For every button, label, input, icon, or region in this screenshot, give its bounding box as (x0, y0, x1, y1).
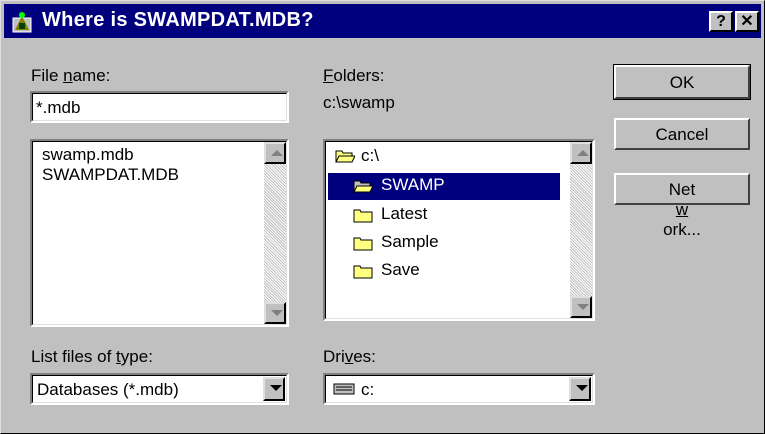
file-name-input[interactable]: *.mdb (30, 91, 289, 123)
current-folder-path: c:\swamp (323, 93, 395, 112)
open-folder-icon (353, 180, 373, 193)
folders-label: Folders: (323, 66, 385, 85)
folder-item-selected[interactable]: SWAMP (381, 175, 445, 195)
arrow-down-icon (271, 310, 283, 316)
help-button[interactable]: ? (709, 11, 733, 32)
drives-dropdown-button[interactable] (569, 377, 591, 401)
application-icon (12, 12, 32, 33)
file-name-label: File name: (31, 66, 111, 85)
folder-icon (353, 265, 373, 279)
cancel-button[interactable]: Cancel (614, 118, 750, 150)
folder-item[interactable]: Latest (381, 204, 427, 224)
file-type-label: List files of type: (31, 347, 153, 366)
file-name-value: *.mdb (36, 98, 81, 117)
drives-value: c: (361, 380, 375, 399)
file-type-value: Databases (*.mdb) (37, 380, 179, 399)
folder-tree-scrollbar[interactable] (570, 142, 592, 318)
file-list-item[interactable]: SWAMPDAT.MDB (42, 165, 179, 185)
close-button[interactable]: ✕ (735, 11, 759, 32)
chevron-down-icon (576, 385, 588, 391)
drive-icon (333, 383, 355, 395)
scroll-up-button[interactable] (570, 142, 592, 164)
scroll-down-button[interactable] (570, 296, 592, 318)
title-bar[interactable]: Where is SWAMPDAT.MDB? ? ✕ (4, 4, 761, 38)
chevron-down-icon (270, 385, 282, 391)
folder-icon (353, 237, 373, 251)
scroll-up-button[interactable] (264, 142, 286, 164)
close-icon: ✕ (740, 13, 754, 30)
folder-item[interactable]: Save (381, 260, 420, 280)
file-type-dropdown-button[interactable] (263, 377, 285, 401)
folder-tree[interactable]: c:\ SWAMP Latest Sample Save (323, 139, 595, 321)
file-list[interactable]: swamp.mdb SWAMPDAT.MDB (30, 139, 289, 327)
scroll-down-button[interactable] (264, 302, 286, 324)
file-type-select[interactable]: Databases (*.mdb) (30, 373, 289, 405)
drives-label: Drives: (323, 347, 376, 366)
open-folder-icon (335, 150, 355, 163)
help-icon: ? (716, 13, 726, 30)
file-list-item[interactable]: swamp.mdb (42, 145, 134, 165)
folder-item[interactable]: Sample (381, 232, 439, 252)
network-button[interactable]: Net w ork... (614, 173, 750, 239)
ok-button[interactable]: OK (613, 64, 751, 100)
arrow-down-icon (577, 304, 589, 310)
folder-icon (353, 209, 373, 223)
arrow-up-icon (271, 150, 283, 156)
folder-item[interactable]: c:\ (361, 146, 379, 166)
window-title: Where is SWAMPDAT.MDB? (42, 9, 314, 31)
drives-select[interactable]: c: (323, 373, 595, 405)
arrow-up-icon (577, 150, 589, 156)
open-file-dialog: Where is SWAMPDAT.MDB? ? ✕ File name: *.… (0, 0, 765, 434)
file-list-scrollbar[interactable] (264, 142, 286, 324)
